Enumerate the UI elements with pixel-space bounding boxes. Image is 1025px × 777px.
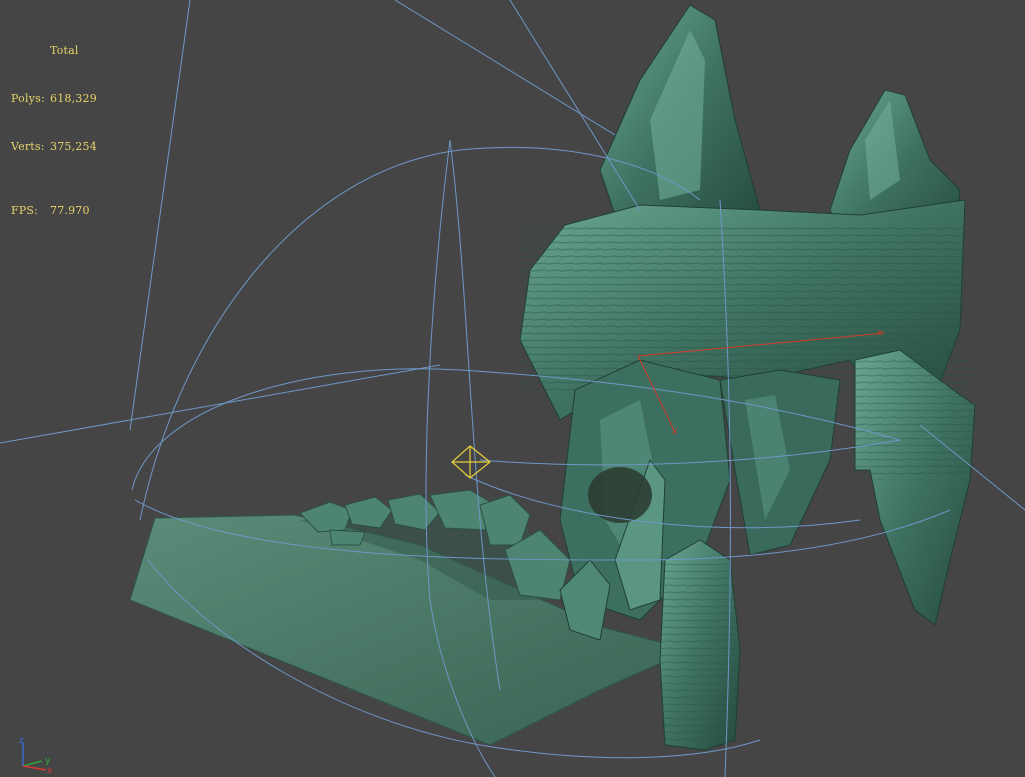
svg-text:x: x bbox=[877, 328, 883, 338]
y-axis-line bbox=[22, 760, 43, 767]
stats-header: Total bbox=[50, 44, 79, 57]
stats-overlay: Total Polys: 618,329 Verts: 375,254 FPS: 77… bbox=[11, 11, 97, 251]
polys-value: 618,329 bbox=[50, 92, 97, 105]
axis-gizmo: z y x bbox=[19, 736, 53, 774]
light-helper-icon[interactable] bbox=[451, 445, 491, 479]
x-axis-label: x bbox=[47, 766, 53, 774]
z-axis-label: z bbox=[19, 736, 24, 746]
scene-render[interactable]: x x bbox=[0, 0, 1025, 777]
svg-text:x: x bbox=[672, 427, 678, 437]
x-axis-line bbox=[22, 765, 47, 771]
verts-value: 375,254 bbox=[50, 140, 97, 153]
y-axis-label: y bbox=[45, 756, 51, 766]
verts-label: Verts: bbox=[11, 140, 45, 153]
fps-value: 77.970 bbox=[50, 204, 90, 217]
fps-label: FPS: bbox=[11, 204, 39, 217]
polys-label: Polys: bbox=[11, 92, 45, 105]
3d-viewport[interactable]: x x Total Polys: 618,329 Verts: 375,254 FP… bbox=[0, 0, 1025, 777]
